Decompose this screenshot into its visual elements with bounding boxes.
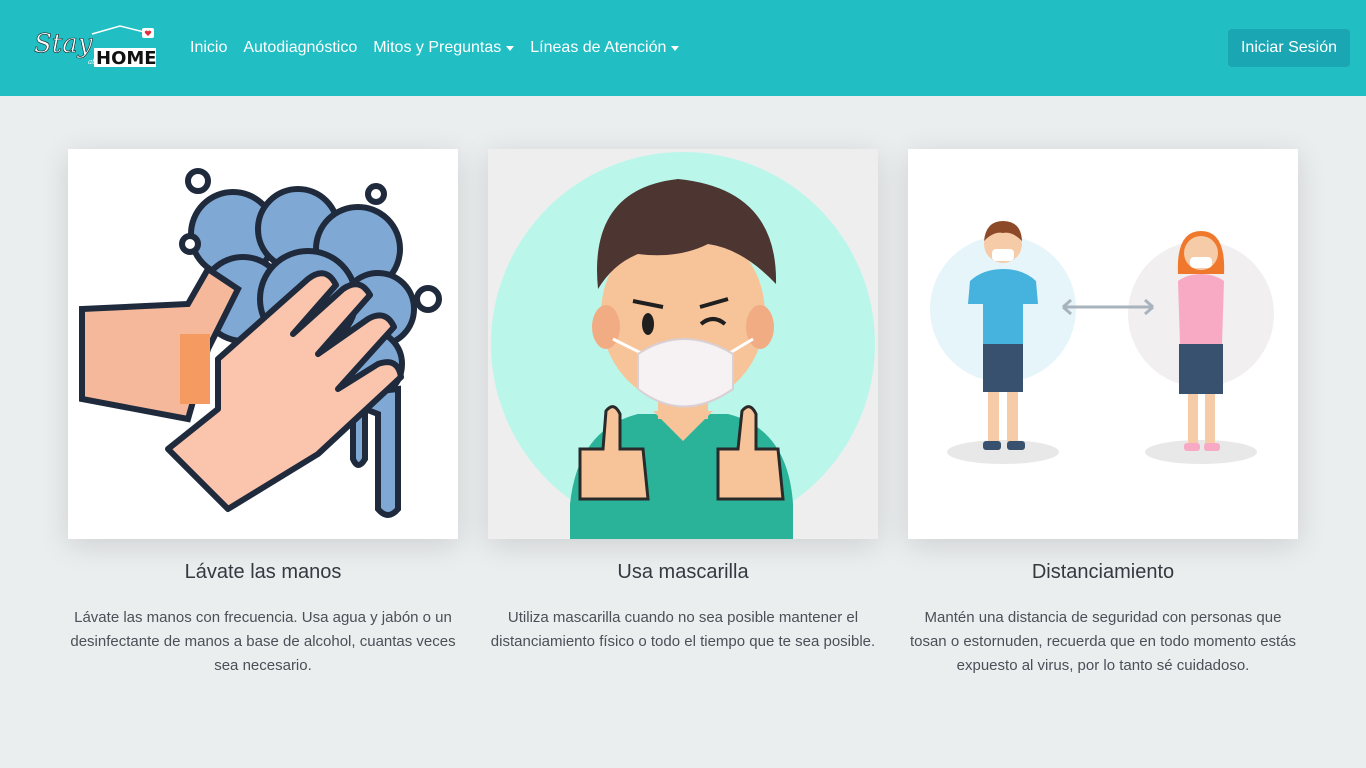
card-title: Lávate las manos	[184, 561, 342, 583]
card-mask: Usa mascarilla Utiliza mascarilla cuando…	[488, 149, 878, 654]
nav-inicio[interactable]: Inicio	[190, 39, 227, 57]
nav-mitos-dropdown[interactable]: Mitos y Preguntas	[373, 39, 515, 57]
mask-boy-icon	[488, 149, 878, 539]
nav-mitos-label: Mitos y Preguntas	[373, 39, 502, 56]
nav-lineas-dropdown[interactable]: Líneas de Atención	[530, 39, 680, 57]
card-text: Lávate las manos con frecuencia. Usa agu…	[70, 609, 456, 674]
login-button[interactable]: Iniciar Sesión	[1228, 29, 1350, 67]
main-nav: Inicio Autodiagnóstico Mitos y Preguntas…	[190, 0, 695, 96]
card-image	[68, 149, 458, 539]
card-handwashing: Lávate las manos Lávate las manos con fr…	[68, 149, 458, 678]
card-image	[908, 149, 1298, 539]
chevron-down-icon	[506, 45, 515, 51]
nav-autodiagnostico[interactable]: Autodiagnóstico	[243, 39, 357, 57]
nav-inicio-label: Inicio	[190, 39, 228, 56]
nav-lineas-label: Líneas de Atención	[530, 39, 667, 56]
chevron-down-icon	[671, 45, 680, 51]
logo-stay-text: Stay	[34, 29, 93, 59]
stay-at-home-logo[interactable]: Stay at HOME	[30, 22, 160, 72]
navbar: Stay at HOME Inicio Autodiagnóstico Mito…	[0, 0, 1366, 96]
card-image	[488, 149, 878, 539]
card-distancing: Distanciamiento Mantén una distancia de …	[908, 149, 1298, 678]
nav-autodiagnostico-label: Autodiagnóstico	[243, 39, 358, 56]
logo-home-text: HOME	[96, 48, 157, 69]
card-title: Usa mascarilla	[617, 561, 749, 583]
hand-washing-icon	[68, 149, 458, 539]
card-title: Distanciamiento	[1031, 561, 1175, 583]
card-text: Utiliza mascarilla cuando no sea posible…	[490, 609, 876, 650]
social-distancing-icon	[908, 149, 1298, 539]
card-text: Mantén una distancia de seguridad con pe…	[909, 609, 1297, 674]
